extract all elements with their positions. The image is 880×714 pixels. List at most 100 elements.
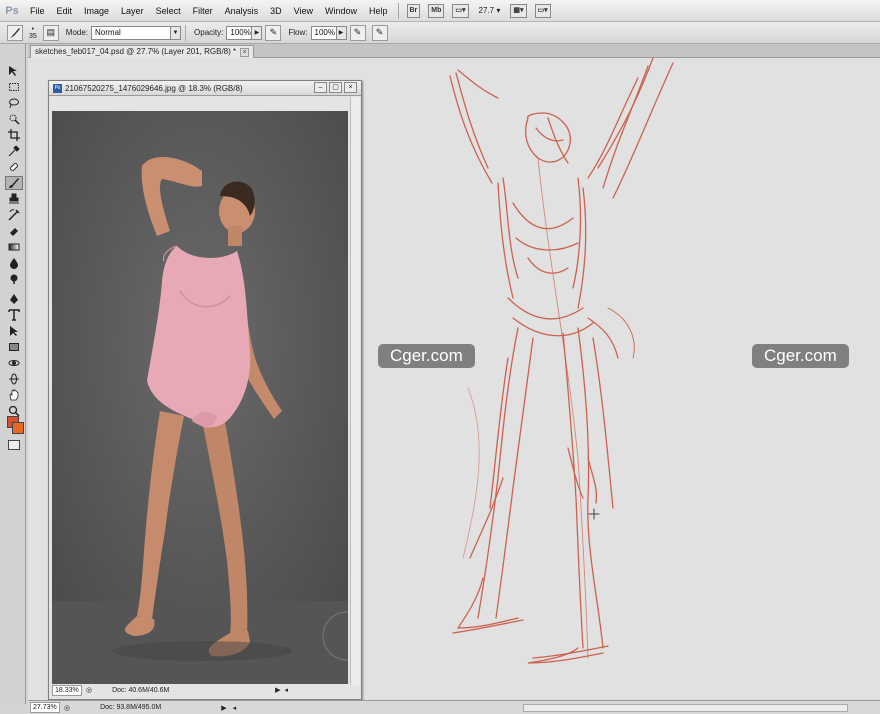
pen-pressure-size-icon: ✎ [375,27,384,37]
close-icon[interactable]: × [344,82,357,93]
reference-zoom-field[interactable]: 18.33% [52,684,82,696]
menu-analysis[interactable]: Analysis [219,0,265,22]
screen-mode-icon[interactable]: ▭▾ [534,3,551,18]
airbrush-button[interactable]: ✎ [349,24,366,41]
reference-vertical-scrollbar[interactable] [350,97,360,685]
bridge-icon[interactable]: Br [406,3,421,18]
menu-3d[interactable]: 3D [264,0,288,22]
dodge-tool-icon[interactable] [5,272,23,286]
move-tool-icon[interactable] [5,64,23,78]
blur-tool-icon[interactable] [5,256,23,270]
photoshop-window: Ps File Edit Image Layer Select Filter A… [0,0,880,714]
3d-orbit-icon[interactable] [5,372,23,386]
reference-zoom-value: 18.33% [55,686,79,694]
tool-preset-picker[interactable] [7,24,23,41]
document-tab-title: sketches_feb017_04.psd @ 27.7% (Layer 20… [35,47,237,56]
brush-icon [10,27,20,38]
background-color-swatch[interactable] [12,422,24,434]
minibridge-icon[interactable]: Mb [428,3,445,18]
ps-logo-icon: Ps [5,4,19,17]
quick-mask-icon[interactable] [8,440,20,450]
arrange-documents-icon[interactable]: ▦▾ [510,3,527,18]
status-menu-icon[interactable]: ◎ [86,686,92,694]
brush-panel-toggle[interactable]: ▤ [42,24,59,41]
menu-help[interactable]: Help [363,0,394,22]
window-controls: – ▢ × [314,82,357,93]
view-extras-icon[interactable]: ▭▾ [452,3,469,18]
options-bar: • 35 ▤ Mode: Normal ▼ Opacity: 100% ▶ ✎ … [0,22,880,44]
brush-size-readout[interactable]: • 35 [29,26,37,40]
eraser-tool-icon[interactable] [5,224,23,238]
close-icon[interactable]: × [240,47,250,57]
opacity-slider-arrow-icon[interactable]: ▶ [252,25,263,40]
zoom-level-value: 27.7 [478,6,495,15]
restore-icon[interactable]: ▢ [329,82,342,93]
watermark-left: Cger.com [378,344,475,368]
options-separator [185,24,187,41]
menu-file[interactable]: File [24,0,51,22]
opacity-value: 100% [230,27,251,37]
document-zoom-value: 27.73% [33,704,57,711]
flow-slider-arrow-icon[interactable]: ▶ [336,25,347,40]
reference-window-titlebar[interactable]: Ps 21067520275_1476029646.jpg @ 18.3% (R… [49,81,361,96]
reference-status-bar: 18.33% ◎ Doc: 40.6M/40.6M ▶ ◂ [52,684,348,696]
pressure-size-button[interactable]: ✎ [371,24,388,41]
watermark-right: Cger.com [752,344,849,368]
ps-file-icon: Ps [53,83,62,93]
scroll-left-icon[interactable]: ◂ [233,704,237,712]
zoom-level-dropdown[interactable]: 27.7 ▾ [479,6,501,15]
opacity-label: Opacity: [194,28,224,37]
document-tab-bar: sketches_feb017_04.psd @ 27.7% (Layer 20… [28,44,880,58]
brush-dot-icon: • [31,25,35,33]
marquee-tool-icon[interactable] [5,80,23,94]
model-figure-illustration [52,111,348,688]
gradient-tool-icon[interactable] [5,240,23,254]
menu-layer[interactable]: Layer [115,0,150,22]
opacity-field[interactable]: 100% [226,25,253,40]
reference-doc-size: Doc: 40.6M/40.6M [112,686,170,694]
document-doc-size: Doc: 93.8M/495.0M [100,704,162,711]
figure-sketch [449,58,674,664]
healing-brush-icon[interactable] [5,160,23,174]
toolbox [2,44,26,704]
brush-tool-icon[interactable] [5,176,23,190]
eyedropper-icon[interactable] [5,144,23,158]
mode-value: Normal [95,27,121,37]
mode-select[interactable]: Normal [91,25,172,40]
type-tool-icon[interactable] [5,308,23,322]
flow-field[interactable]: 100% [310,25,337,40]
flow-label: Flow: [288,28,308,37]
menu-window[interactable]: Window [319,0,363,22]
brush-size-value: 35 [29,32,37,40]
menu-select[interactable]: Select [150,0,187,22]
history-brush-icon[interactable] [5,208,23,222]
3d-rotate-icon[interactable] [5,356,23,370]
crop-tool-icon[interactable] [5,128,23,142]
lasso-tool-icon[interactable] [5,96,23,110]
minimize-icon[interactable]: – [314,82,327,93]
menu-filter[interactable]: Filter [187,0,219,22]
status-arrow-icon[interactable]: ▶ [221,704,226,712]
document-tab[interactable]: sketches_feb017_04.psd @ 27.7% (Layer 20… [30,45,255,58]
document-status-bar: 27.73% ◎ Doc: 93.8M/495.0M ▶ ◂ [28,700,880,714]
shape-tool-icon[interactable] [5,340,23,354]
path-select-icon[interactable] [5,324,23,338]
reference-image-window[interactable]: Ps 21067520275_1476029646.jpg @ 18.3% (R… [48,80,362,700]
scroll-left-icon[interactable]: ◂ [284,686,288,694]
status-arrow-icon[interactable]: ▶ [275,686,280,694]
pen-pressure-icon: ✎ [269,27,278,37]
mode-label: Mode: [65,28,89,37]
menu-image[interactable]: Image [78,0,115,22]
stamp-tool-icon[interactable] [5,192,23,206]
mode-dropdown-arrow-icon[interactable]: ▼ [171,25,182,40]
pen-tool-icon[interactable] [5,292,23,306]
hand-tool-icon[interactable] [5,388,23,402]
quick-select-icon[interactable] [5,112,23,126]
menu-edit[interactable]: Edit [51,0,79,22]
menu-view[interactable]: View [288,0,319,22]
horizontal-scrollbar[interactable] [523,704,848,712]
flow-value: 100% [314,27,335,37]
status-menu-icon[interactable]: ◎ [64,704,70,712]
pressure-opacity-button[interactable]: ✎ [265,24,282,41]
document-zoom-field[interactable]: 27.73% [30,702,60,713]
